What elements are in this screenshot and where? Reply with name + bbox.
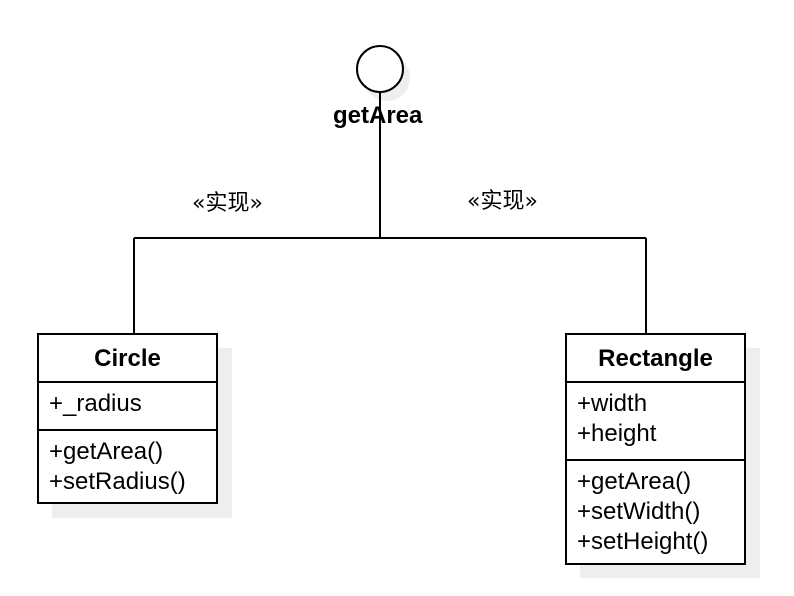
circle-class-box[interactable]: Circle +_radius +getArea() +setRadius() [37,333,218,504]
rectangle-operations: +getArea() +setWidth() +setHeight() [567,459,744,563]
rectangle-operation-getarea: +getArea() [577,468,692,495]
rectangle-class-box[interactable]: Rectangle +width +height +getArea() +set… [565,333,746,565]
rectangle-attribute-width: +width [577,390,648,417]
left-realization-stereotype: «实现» [192,191,263,216]
circle-attributes: +_radius [39,383,216,429]
rectangle-operation-setwidth: +setWidth() [577,498,701,525]
circle-attribute-radius: +_radius [49,390,142,417]
rectangle-attribute-height: +height [577,420,657,447]
rectangle-operation-setheight: +setHeight() [577,528,709,555]
circle-class-name: Circle [39,335,216,383]
circle-operations: +getArea() +setRadius() [39,429,216,503]
interface-circle[interactable] [356,45,404,93]
right-realization-stereotype: «实现» [467,189,538,214]
rectangle-attributes: +width +height [567,383,744,459]
rectangle-class-name: Rectangle [567,335,744,383]
circle-operation-getarea: +getArea() [49,438,164,465]
circle-operation-setradius: +setRadius() [49,468,186,495]
interface-name: getArea [333,102,423,129]
